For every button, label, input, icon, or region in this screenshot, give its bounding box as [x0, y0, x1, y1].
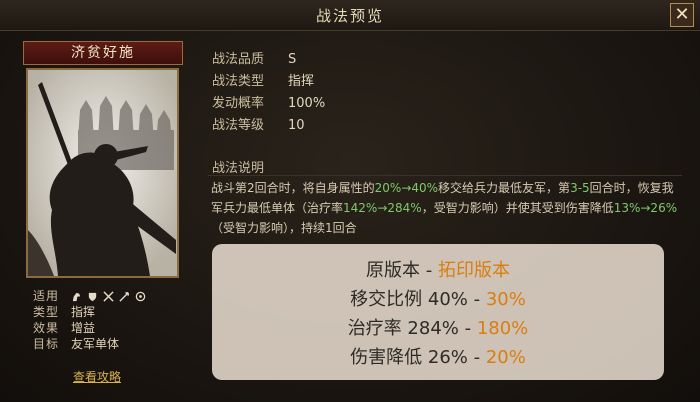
quality-row: 战法品质 S [212, 49, 325, 71]
transfer-ratio-new: 30% [485, 289, 526, 310]
desc-text-2: 移交给兵力最低友军，第 [438, 181, 571, 195]
separator: - [467, 347, 486, 368]
crossed-swords-icon [103, 290, 114, 302]
skill-attributes: 战法品质 S 战法类型 指挥 发动概率 100% 战法等级 10 [212, 49, 325, 137]
level-label: 战法等级 [212, 118, 265, 133]
horse-icon [72, 292, 81, 301]
desc-transfer-ratio: 20%→40% [374, 181, 439, 195]
type-label: 战法类型 [212, 74, 265, 89]
troop-icons [71, 290, 146, 302]
crossbow-icon [135, 291, 146, 301]
desc-damage-reduction: 13%→26% [613, 201, 678, 215]
shield-icon [88, 292, 97, 301]
transfer-ratio-original: 移交比例 40% [350, 289, 468, 310]
separator: - [420, 260, 438, 281]
skill-name-banner: 济贫好施 [23, 41, 183, 65]
quality-value: S [288, 52, 297, 67]
warrior-silhouette-image [28, 70, 177, 276]
type-info-label: 类型 [33, 305, 60, 319]
rate-label: 发动概率 [212, 96, 265, 111]
heal-rate-new: 180% [476, 318, 529, 339]
desc-text-5: （受智力影响），持续1回合 [211, 221, 357, 235]
desc-heal-rate: 142%→284% [343, 201, 422, 215]
skill-preview-window: 战法预览 ✕ 济贫好施 战法品质 S 战法类型 指挥 发动概率 100% 战法等… [0, 0, 700, 402]
view-guide-link[interactable]: 查看攻略 [73, 368, 121, 385]
type-value: 指挥 [288, 74, 315, 89]
separator: - [467, 289, 486, 310]
level-row: 战法等级 10 [212, 115, 325, 137]
type-row: 战法类型 指挥 [212, 71, 325, 93]
comparison-header: 原版本 - 拓印版本 [212, 256, 664, 282]
target-label: 目标 [33, 337, 60, 351]
description-divider [208, 175, 682, 176]
heal-rate-comparison: 治疗率 284% - 180% [212, 314, 664, 340]
damage-reduction-comparison: 伤害降低 26% - 20% [212, 343, 664, 369]
description-title: 战法说明 [212, 161, 265, 176]
rate-value: 100% [288, 96, 326, 111]
original-version-label: 原版本 [366, 260, 421, 281]
desc-rounds: 3-5 [570, 181, 590, 195]
rubbing-version-label: 拓印版本 [437, 260, 510, 281]
desc-text-4: ，受智力影响）并使其受到伤害降低 [421, 201, 614, 215]
skill-info-panel: 适用 类型 指挥 效果 增益 目标 友军单体 [33, 288, 146, 352]
damage-reduction-original: 伤害降低 26% [350, 347, 468, 368]
version-comparison-overlay: 原版本 - 拓印版本 移交比例 40% - 30% 治疗率 284% - 180… [212, 244, 664, 380]
type-info-value: 指挥 [71, 305, 96, 319]
desc-text-1: 战斗第2回合时，将自身属性的 [211, 181, 375, 195]
effect-value: 增益 [71, 321, 96, 335]
title-bar: 战法预览 ✕ [0, 0, 700, 31]
skill-description: 战斗第2回合时，将自身属性的20%→40%移交给兵力最低友军，第3-5回合时，恢… [211, 178, 681, 238]
effect-row: 效果 增益 [33, 320, 146, 336]
effect-label: 效果 [33, 321, 60, 335]
window-title: 战法预览 [315, 7, 384, 25]
spear-icon [119, 291, 129, 302]
heal-rate-original: 治疗率 284% [347, 318, 459, 339]
type-info-row: 类型 指挥 [33, 304, 146, 320]
damage-reduction-new: 20% [485, 347, 526, 368]
quality-label: 战法品质 [212, 52, 265, 67]
applicable-row: 适用 [33, 288, 146, 304]
skill-portrait [26, 68, 179, 278]
rate-row: 发动概率 100% [212, 93, 325, 115]
transfer-ratio-comparison: 移交比例 40% - 30% [212, 285, 664, 311]
separator: - [458, 318, 477, 339]
applicable-label: 适用 [33, 289, 60, 303]
level-value: 10 [288, 118, 305, 133]
target-value: 友军单体 [71, 337, 120, 351]
close-button[interactable]: ✕ [670, 3, 694, 27]
target-row: 目标 友军单体 [33, 336, 146, 352]
